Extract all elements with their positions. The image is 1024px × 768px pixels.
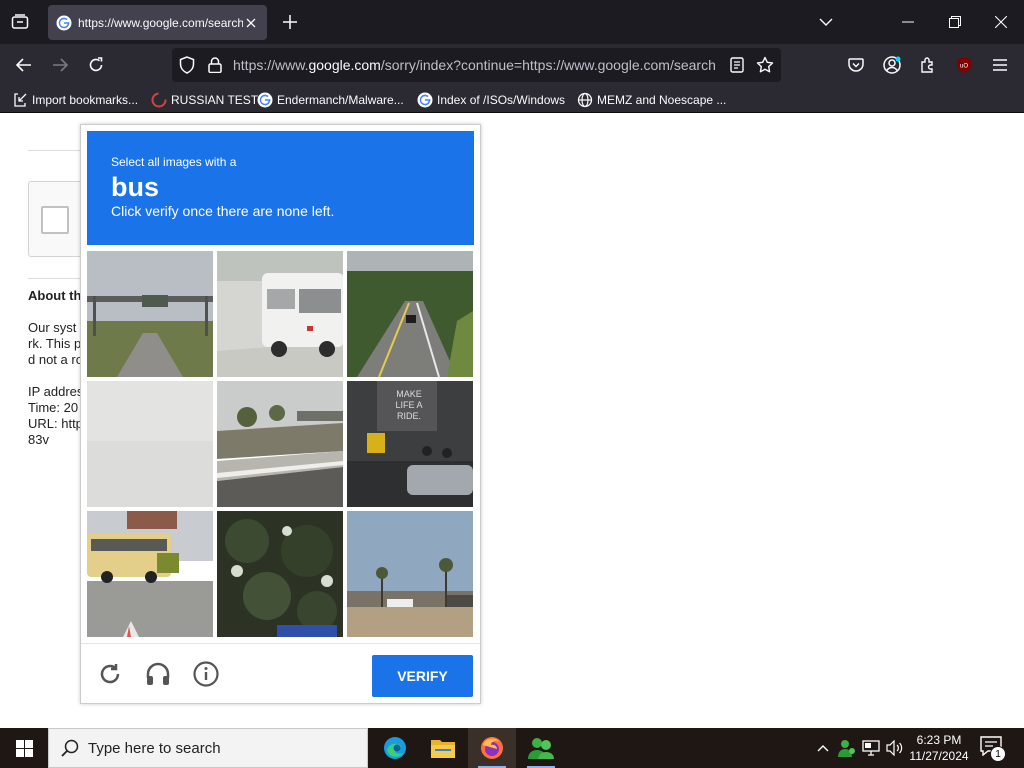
- chevron-down-icon[interactable]: [810, 6, 842, 38]
- chevron-up-icon[interactable]: [813, 738, 833, 758]
- time-line: Time: 20: [28, 400, 79, 415]
- edge-icon[interactable]: [371, 728, 419, 768]
- tile-blank-fog[interactable]: [87, 381, 213, 507]
- close-window-icon[interactable]: [985, 6, 1017, 38]
- new-tab-icon[interactable]: [277, 9, 303, 35]
- tile-tree-canopy[interactable]: [217, 511, 343, 637]
- taskbar-search-input[interactable]: Type here to search: [48, 728, 368, 768]
- tile-overpass-wall[interactable]: [217, 381, 343, 507]
- menu-icon[interactable]: [984, 49, 1016, 81]
- reader-view-icon[interactable]: [728, 56, 746, 74]
- notification-count-badge: 1: [990, 746, 1006, 762]
- url-bar[interactable]: https://www.google.com/sorry/index?conti…: [172, 48, 781, 82]
- captcha-challenge: Select all images with a bus Click verif…: [80, 124, 481, 704]
- page-text-line: Our syst: [28, 320, 77, 335]
- import-icon: [14, 93, 27, 107]
- bookmarks-toolbar: Import bookmarks... RUSSIAN TEST Enderma…: [0, 86, 1024, 113]
- bookmark-memz[interactable]: MEMZ and Noescape ...: [577, 90, 726, 110]
- back-icon[interactable]: [8, 49, 40, 81]
- svg-text:RIDE.: RIDE.: [397, 411, 421, 421]
- search-placeholder: Type here to search: [88, 739, 221, 757]
- network-icon[interactable]: [861, 738, 881, 758]
- minimize-icon[interactable]: [892, 6, 924, 38]
- bookmark-russian-test[interactable]: RUSSIAN TEST: [151, 90, 258, 110]
- taskbar: Type here to search 6:23 PM 11/27/2024 1: [0, 728, 1024, 768]
- lock-icon[interactable]: [206, 56, 224, 74]
- svg-text:MAKE: MAKE: [396, 389, 422, 399]
- divider: [28, 278, 88, 279]
- url-line: URL: http: [28, 416, 83, 431]
- headphones-icon[interactable]: [142, 658, 174, 690]
- tab-title: https://www.google.com/search: [78, 15, 243, 30]
- nav-bar: https://www.google.com/sorry/index?conti…: [0, 44, 1024, 86]
- ublock-icon[interactable]: uO: [948, 49, 980, 81]
- firefox-icon[interactable]: [468, 728, 516, 768]
- page-text-line: 83v: [28, 432, 49, 447]
- people-tray-icon[interactable]: [837, 738, 857, 758]
- bookmark-index-isos[interactable]: Index of /ISOs/Windows: [417, 90, 565, 110]
- shield-icon[interactable]: [178, 56, 196, 74]
- instruction-text: Select all images with a: [111, 155, 237, 169]
- tile-street-mural[interactable]: MAKE LIFE A RIDE.: [347, 381, 473, 507]
- clock-time: 6:23 PM: [916, 733, 962, 747]
- tile-palm-road[interactable]: [347, 511, 473, 637]
- recaptcha-checkbox[interactable]: [41, 206, 69, 234]
- tab-list-icon[interactable]: [4, 6, 36, 38]
- svg-text:uO: uO: [960, 64, 968, 70]
- globe-icon: [577, 92, 593, 108]
- people-app-icon[interactable]: [517, 728, 565, 768]
- challenge-footer: VERIFY: [81, 643, 480, 704]
- instruction-subtext: Click verify once there are none left.: [111, 203, 335, 219]
- restore-icon[interactable]: [939, 6, 971, 38]
- star-icon[interactable]: [756, 56, 774, 74]
- notification-center-icon[interactable]: 1: [980, 736, 1008, 762]
- url-text[interactable]: https://www.google.com/sorry/index?conti…: [233, 57, 716, 73]
- divider: [28, 150, 88, 151]
- volume-icon[interactable]: [885, 738, 905, 758]
- tile-white-bus[interactable]: [217, 251, 343, 377]
- site-icon: [151, 92, 167, 108]
- active-tab[interactable]: https://www.google.com/search: [48, 5, 267, 40]
- windows-start-icon[interactable]: [0, 728, 48, 768]
- system-clock[interactable]: 6:23 PM 11/27/2024: [906, 732, 972, 764]
- info-icon[interactable]: [190, 658, 222, 690]
- challenge-header: Select all images with a bus Click verif…: [87, 131, 474, 245]
- about-title: About th: [28, 288, 82, 303]
- google-icon: [56, 15, 72, 31]
- tile-road-car[interactable]: [347, 251, 473, 377]
- pocket-icon[interactable]: [840, 49, 872, 81]
- bookmark-import[interactable]: Import bookmarks...: [12, 90, 138, 110]
- clock-date: 11/27/2024: [909, 749, 969, 763]
- svg-text:LIFE A: LIFE A: [395, 400, 422, 410]
- target-word: bus: [111, 172, 160, 202]
- file-explorer-icon[interactable]: [419, 728, 467, 768]
- forward-icon[interactable]: [44, 49, 76, 81]
- reload-challenge-icon[interactable]: [94, 658, 126, 690]
- page-text-line: rk. This p: [28, 336, 82, 351]
- recaptcha-widget: [28, 181, 88, 257]
- image-grid: MAKE LIFE A RIDE.: [87, 251, 474, 638]
- tab-bar: https://www.google.com/search: [0, 0, 1024, 44]
- reload-icon[interactable]: [80, 49, 112, 81]
- google-icon: [417, 92, 433, 108]
- ip-address-line: IP addres: [28, 384, 84, 399]
- tile-school-bus[interactable]: [87, 511, 213, 637]
- tile-highway-sign[interactable]: [87, 251, 213, 377]
- extensions-icon[interactable]: [912, 49, 944, 81]
- close-tab-icon[interactable]: [243, 15, 259, 31]
- verify-button[interactable]: VERIFY: [372, 655, 473, 697]
- bookmark-endermanch[interactable]: Endermanch/Malware...: [257, 90, 404, 110]
- google-icon: [257, 92, 273, 108]
- page-text-line: d not a ro: [28, 352, 83, 367]
- search-icon: [61, 739, 79, 757]
- account-icon[interactable]: [876, 49, 908, 81]
